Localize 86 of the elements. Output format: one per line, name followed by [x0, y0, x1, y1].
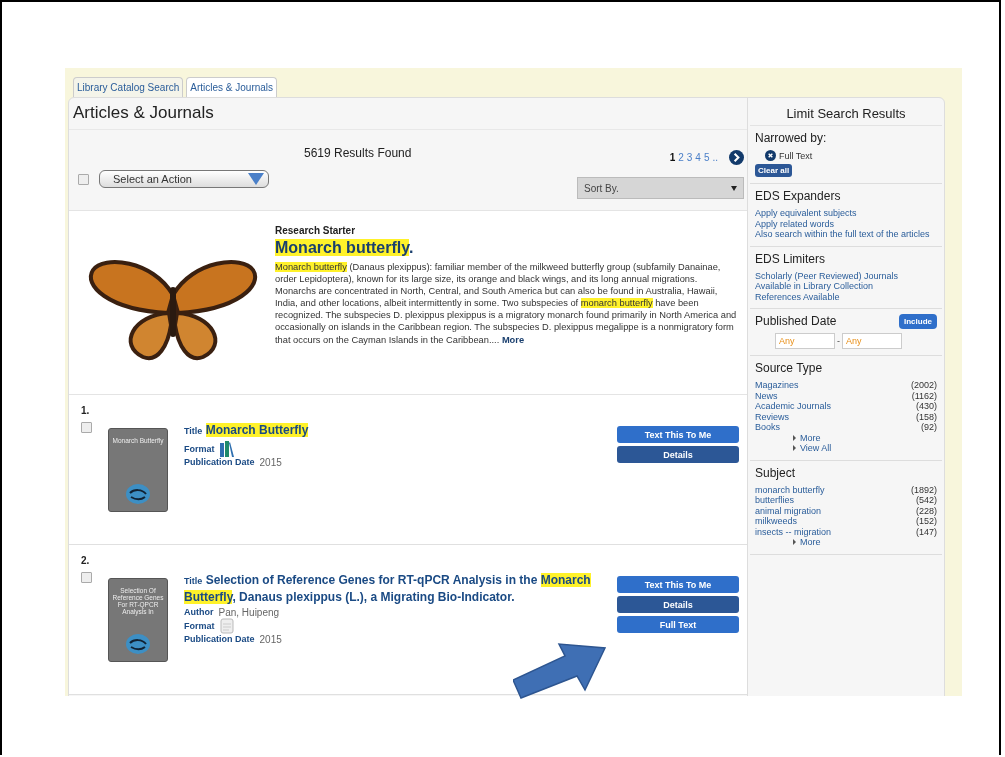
- bullet-icon: [793, 434, 796, 441]
- facet-count: (430): [916, 401, 937, 412]
- facet-link[interactable]: monarch butterfly: [755, 484, 825, 495]
- tab[interactable]: Library Catalog Search: [73, 77, 184, 97]
- facet-link[interactable]: animal migration: [755, 505, 822, 516]
- more-link[interactable]: More: [800, 537, 821, 548]
- sidebar-title: Limit Search Results: [750, 98, 942, 126]
- result-number: 2.: [81, 555, 90, 566]
- filter-label: Full Text: [779, 150, 813, 161]
- sort-dropdown[interactable]: Sort By.: [577, 177, 744, 199]
- result-checkbox[interactable]: [81, 422, 92, 433]
- dropdown-arrow-icon: [248, 173, 264, 185]
- filter-link[interactable]: Scholarly (Peer Reviewed) Journals: [755, 270, 937, 281]
- result-button[interactable]: Text This To Me: [617, 426, 739, 443]
- field-label: Publication Date: [184, 457, 255, 468]
- page-link[interactable]: 2: [678, 152, 684, 163]
- section-heading: EDS Expanders: [755, 189, 842, 203]
- filter-link[interactable]: Apply related words: [755, 218, 937, 229]
- facet-count: (152): [916, 516, 937, 527]
- field-label: Format: [184, 443, 215, 455]
- facet-count: (92): [921, 422, 937, 433]
- facet-count: (1892): [911, 484, 937, 495]
- facet-count: (542): [916, 495, 937, 506]
- more-link[interactable]: More: [800, 432, 821, 443]
- facet-link[interactable]: milkweeds: [755, 516, 797, 527]
- caret-icon: [731, 185, 737, 191]
- facet-link[interactable]: Reviews: [755, 411, 789, 422]
- field-value: 2015: [259, 634, 282, 645]
- filter-link[interactable]: Available in Library Collection: [755, 281, 937, 292]
- facet-count: (2002): [911, 380, 937, 391]
- field-label: Author: [184, 607, 214, 618]
- section-heading: EDS Limiters: [755, 251, 826, 266]
- action-dropdown[interactable]: Select an Action: [99, 170, 269, 188]
- page-link[interactable]: 4: [695, 152, 701, 163]
- clear-all-button[interactable]: Clear all: [755, 164, 793, 177]
- facet-link[interactable]: Academic Journals: [755, 401, 832, 412]
- page-link[interactable]: 1: [669, 152, 676, 163]
- facet-link[interactable]: News: [755, 390, 778, 401]
- globe-icon: [125, 633, 151, 655]
- field-value: Pan, Huipeng: [218, 607, 280, 618]
- filter-link[interactable]: Also search within the full text of the articles: [755, 229, 937, 240]
- field-value: 2015: [259, 457, 282, 468]
- filter-link[interactable]: References Available: [755, 291, 937, 302]
- pages-ellipsis: ..: [712, 152, 718, 163]
- facet-count: (158): [916, 411, 937, 422]
- facet-count: (228): [916, 505, 937, 516]
- remove-icon[interactable]: [765, 150, 776, 161]
- page-title: Articles & Journals: [72, 102, 215, 124]
- more-link[interactable]: More: [501, 334, 525, 345]
- section-heading: Narrowed by:: [755, 131, 828, 145]
- tab[interactable]: Articles & Journals: [186, 77, 278, 97]
- section-heading: Subject: [755, 465, 797, 480]
- facet-count: (147): [916, 526, 937, 537]
- result-checkbox[interactable]: [81, 572, 92, 583]
- facet-link[interactable]: Magazines: [755, 380, 799, 391]
- section-heading: Source Type: [755, 361, 824, 375]
- field-label: Publication Date: [184, 634, 255, 645]
- results-count: 5619 Results Found: [303, 145, 413, 162]
- globe-icon: [125, 483, 151, 505]
- date-from-field[interactable]: Any: [775, 333, 835, 349]
- document-icon: [219, 618, 234, 634]
- page-link[interactable]: 5: [703, 152, 710, 163]
- page-link[interactable]: 3: [686, 152, 693, 163]
- result-button[interactable]: Details: [617, 446, 739, 463]
- include-button[interactable]: Include: [899, 314, 937, 329]
- result-button[interactable]: Text This To Me: [617, 576, 739, 593]
- facet-link[interactable]: Books: [755, 422, 780, 433]
- article-summary: Monarch butterfly (Danaus plexippus): familiar member of the milkweed butterfly group (subfamily Danainae, order Lepidoptera), known for its large size, its orange and black wings, and its long annual migrations. Monarchs are concentrated in North, Central, and South America but can also be found in Australia, Hawaii, India, and other locations, albeit intermittently in some. Two subspecies of monarch butterfly have been recognized. The subspecies D. plexippus plexippus is a migratory monarch found primarily in North America and occasionally on islands in the Caribbean region. The subspecies D. plexippus megalippe is a nonmigratory form that occurs on the Cayman Islands in the Caribbean.... More: [275, 261, 738, 346]
- select-all-checkbox[interactable]: [78, 173, 89, 185]
- filter-link[interactable]: Apply equivalent subjects: [755, 208, 937, 219]
- section-label: Research Starter: [275, 225, 357, 236]
- more-link[interactable]: View All: [800, 443, 832, 454]
- facet-count: (1162): [911, 390, 937, 401]
- result-number: 1.: [81, 405, 90, 416]
- facet-link[interactable]: insects -- migration: [755, 526, 832, 537]
- field-label: Format: [184, 620, 215, 632]
- bullet-icon: [793, 539, 796, 546]
- date-to-field[interactable]: Any: [842, 333, 902, 349]
- books-icon: [219, 441, 234, 457]
- date-separator: -: [837, 336, 840, 346]
- bullet-icon: [793, 445, 796, 452]
- section-heading: Published Date: [755, 314, 837, 328]
- result-button[interactable]: Details: [617, 596, 739, 613]
- result-button[interactable]: Full Text: [617, 616, 739, 633]
- next-page-icon[interactable]: [729, 150, 744, 165]
- facet-link[interactable]: butterflies: [755, 495, 795, 506]
